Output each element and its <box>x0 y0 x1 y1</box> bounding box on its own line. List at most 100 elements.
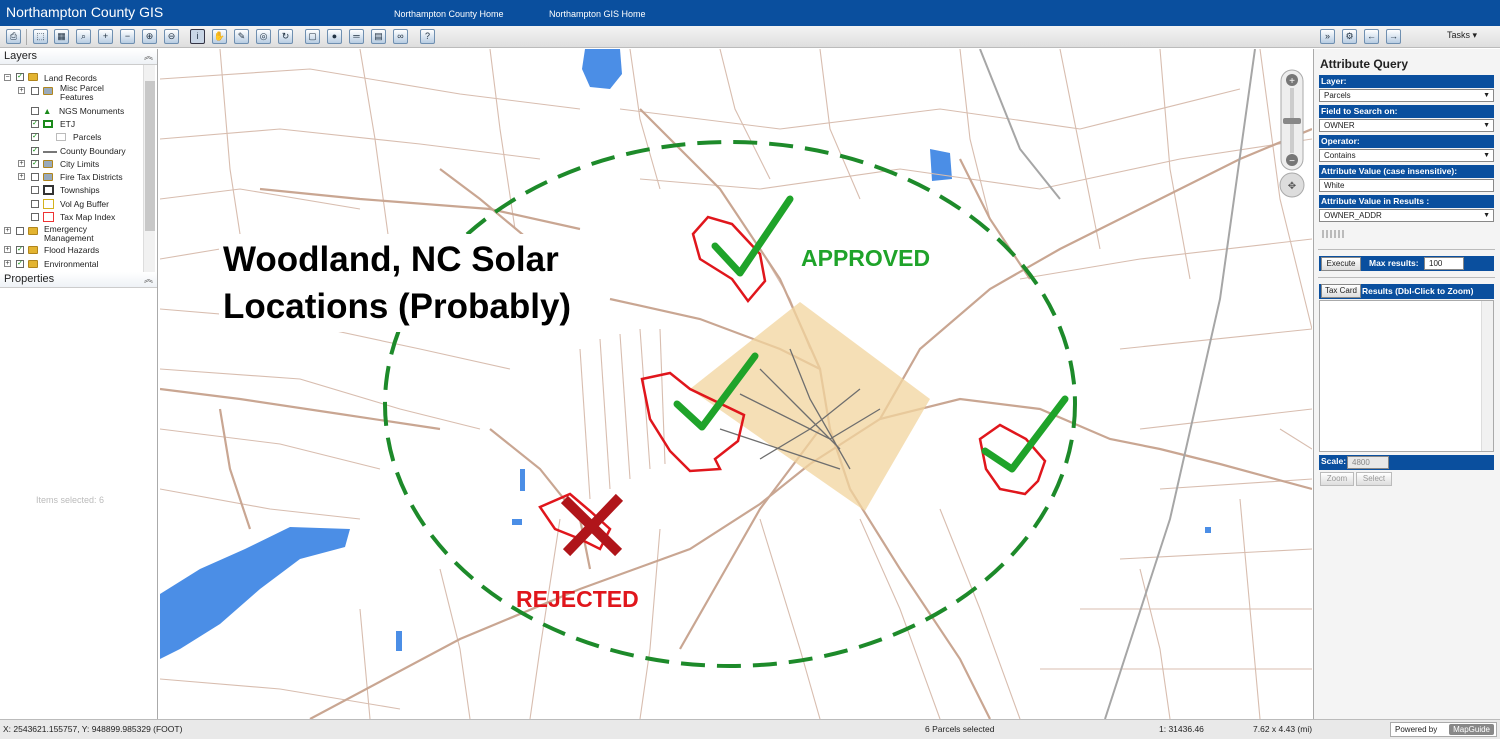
max-results-input[interactable]: 100 <box>1424 257 1464 270</box>
layer-etj[interactable]: ETJ <box>60 120 75 129</box>
scale-value: 4800 <box>1352 458 1370 467</box>
ruler-icon[interactable]: ═ <box>349 29 364 44</box>
layer-value: Parcels <box>1324 91 1351 100</box>
selection-count: 6 Parcels selected <box>925 724 995 734</box>
layer-checkbox[interactable] <box>31 87 39 95</box>
layer-select[interactable]: Parcels ▼ <box>1319 89 1494 102</box>
layer-checkbox[interactable]: ✓ <box>16 246 24 254</box>
map-view[interactable]: + − ✥ Woodland, NC Solar Locations (Prob… <box>160 49 1312 719</box>
layer-environmental[interactable]: Environmental <box>44 260 98 269</box>
layer-county-boundary[interactable]: County Boundary <box>60 147 126 156</box>
approved-label: APPROVED <box>801 245 931 271</box>
forward-arrow-icon[interactable]: → <box>1386 29 1401 44</box>
items-selected-text: Items selected: 6 <box>36 495 105 505</box>
select-button[interactable]: Select <box>1356 472 1392 486</box>
layer-land-records[interactable]: Land Records <box>44 74 97 83</box>
expand-icon[interactable]: + <box>4 227 11 234</box>
layer-city-limits[interactable]: City Limits <box>60 160 99 169</box>
binoculars-icon[interactable]: ∞ <box>393 29 408 44</box>
operator-select[interactable]: Contains ▼ <box>1319 149 1494 162</box>
zoom-in-icon[interactable]: + <box>98 29 113 44</box>
layer-flood-hazards[interactable]: Flood Hazards <box>44 246 99 255</box>
select-icon[interactable]: ⬚ <box>33 29 48 44</box>
zoom-rect-icon[interactable]: ⌕ <box>76 29 91 44</box>
etj-legend-icon <box>43 120 53 128</box>
field-value: OWNER <box>1324 121 1355 130</box>
pan-icon[interactable]: ✋ <box>212 29 227 44</box>
results-scrollbar[interactable] <box>1481 301 1493 451</box>
layer-tax-map-index[interactable]: Tax Map Index <box>60 213 115 222</box>
layer-checkbox[interactable] <box>16 227 24 235</box>
scale-readout: 1: 31436.46 <box>1159 724 1204 734</box>
results-header: Results (Dbl-Click to Zoom) <box>1362 286 1474 296</box>
layer-scrollbar[interactable] <box>143 65 155 272</box>
attr-value-input[interactable]: White <box>1319 179 1494 192</box>
expand-icon[interactable]: + <box>18 173 25 180</box>
results-field-select[interactable]: OWNER_ADDR ▼ <box>1319 209 1494 222</box>
zoom-button[interactable]: Zoom <box>1320 472 1354 486</box>
rejected-label: REJECTED <box>516 586 639 612</box>
field-select[interactable]: OWNER ▼ <box>1319 119 1494 132</box>
execute-button[interactable]: Execute <box>1321 257 1361 271</box>
help-icon[interactable]: ? <box>420 29 435 44</box>
annotation-title: Woodland, NC Solar Locations (Probably) <box>219 234 576 332</box>
document-icon[interactable]: ▢ <box>305 29 320 44</box>
layer-emergency[interactable]: Emergency Management <box>44 225 114 243</box>
zoom-out-icon[interactable]: − <box>120 29 135 44</box>
layer-vol-ag-buffer[interactable]: Vol Ag Buffer <box>60 200 109 209</box>
layer-ngs-monuments[interactable]: NGS Monuments <box>59 107 124 116</box>
initial-view-icon[interactable]: ▦ <box>54 29 69 44</box>
collapse-icon[interactable]: ︽ <box>144 272 153 287</box>
zoom-minus-icon[interactable]: ⊖ <box>164 29 179 44</box>
layer-checkbox[interactable] <box>31 200 39 208</box>
powered-by-badge[interactable]: Powered by MapGuide <box>1390 722 1497 737</box>
layer-fire-tax[interactable]: Fire Tax Districts <box>60 173 123 182</box>
gis-home-link[interactable]: Northampton GIS Home <box>549 9 646 19</box>
layer-checkbox[interactable] <box>31 173 39 181</box>
layer-checkbox[interactable]: ✓ <box>31 160 39 168</box>
zoom-selection-icon[interactable]: ⊕ <box>142 29 157 44</box>
layer-parcels[interactable]: Parcels <box>73 133 101 142</box>
map-canvas[interactable] <box>160 49 1312 719</box>
resize-grip[interactable] <box>1322 230 1344 238</box>
results-list[interactable] <box>1319 300 1494 452</box>
expand-icon[interactable]: − <box>4 74 11 81</box>
layer-checkbox[interactable]: ✓ <box>31 133 39 141</box>
measure-icon[interactable]: ✎ <box>234 29 249 44</box>
tasks-menu[interactable]: Tasks ▾ <box>1447 30 1477 41</box>
layer-checkbox[interactable]: ✓ <box>16 73 24 81</box>
report-icon[interactable]: ▤ <box>371 29 386 44</box>
task-home-icon[interactable]: ⚙ <box>1342 29 1357 44</box>
scale-input[interactable]: 4800 <box>1347 456 1389 469</box>
info-icon[interactable]: i <box>190 29 205 44</box>
expand-icon[interactable]: + <box>4 246 11 253</box>
layer-townships[interactable]: Townships <box>60 186 100 195</box>
query-icon[interactable]: ● <box>327 29 342 44</box>
layer-checkbox[interactable] <box>31 213 39 221</box>
layer-checkbox[interactable] <box>31 107 39 115</box>
expand-icon[interactable]: + <box>18 160 25 167</box>
taxmap-legend-icon <box>43 212 54 222</box>
tasks-label: Tasks <box>1447 30 1471 40</box>
collapse-icon[interactable]: ︽ <box>144 49 153 64</box>
expand-panel-icon[interactable]: » <box>1320 29 1335 44</box>
print-icon[interactable]: ⎙ <box>6 29 21 44</box>
layer-checkbox[interactable]: ✓ <box>31 147 39 155</box>
expand-icon[interactable]: + <box>18 87 25 94</box>
buffer-icon[interactable]: ◎ <box>256 29 271 44</box>
layer-group-icon <box>43 173 53 181</box>
expand-icon[interactable]: + <box>4 260 11 267</box>
layer-misc-parcel[interactable]: Misc Parcel Features <box>60 84 118 102</box>
layer-checkbox[interactable]: ✓ <box>16 260 24 268</box>
zoom-slider[interactable]: + − ✥ <box>1277 68 1307 198</box>
county-home-link[interactable]: Northampton County Home <box>394 9 504 19</box>
back-arrow-icon[interactable]: ← <box>1364 29 1379 44</box>
layer-checkbox[interactable]: ✓ <box>31 120 39 128</box>
refresh-icon[interactable]: ↻ <box>278 29 293 44</box>
rejected-cross <box>560 493 624 557</box>
layer-checkbox[interactable] <box>31 186 39 194</box>
scroll-thumb[interactable] <box>145 81 155 231</box>
layer-group-icon <box>43 160 53 168</box>
task-panel: Attribute Query Layer: Parcels ▼ Field to… <box>1313 49 1500 719</box>
tax-card-button[interactable]: Tax Card <box>1321 284 1361 298</box>
